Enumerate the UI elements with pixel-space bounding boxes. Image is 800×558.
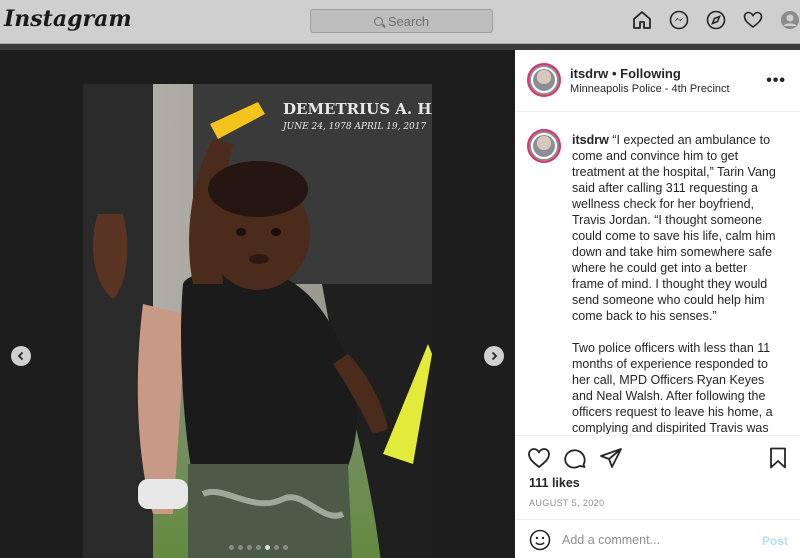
bookmark-icon[interactable] bbox=[766, 446, 790, 470]
post-header: itsdrw • Following Minneapolis Police - … bbox=[515, 50, 800, 112]
comment-icon[interactable] bbox=[563, 446, 587, 470]
chevron-left-icon bbox=[17, 351, 24, 361]
caption-text: itsdrw “I expected an ambulance to come … bbox=[572, 132, 777, 434]
messenger-icon[interactable] bbox=[669, 10, 689, 30]
home-icon[interactable] bbox=[632, 10, 652, 30]
caption-username[interactable]: itsdrw bbox=[572, 133, 609, 147]
profile-icon[interactable] bbox=[780, 10, 800, 30]
carousel-dot bbox=[283, 545, 288, 550]
carousel-dot bbox=[256, 545, 261, 550]
heart-icon[interactable] bbox=[743, 10, 763, 30]
post-location[interactable]: Minneapolis Police - 4th Precinct bbox=[570, 83, 730, 95]
more-options-icon[interactable]: ••• bbox=[766, 72, 786, 90]
carousel-dot bbox=[238, 545, 243, 550]
share-icon[interactable] bbox=[599, 446, 623, 470]
emoji-icon[interactable] bbox=[529, 529, 551, 551]
carousel-dot bbox=[247, 545, 252, 550]
post-date[interactable]: AUGUST 5, 2020 bbox=[529, 498, 604, 508]
chevron-right-icon bbox=[491, 351, 498, 361]
nav-icons bbox=[632, 10, 800, 30]
search-box[interactable]: Search bbox=[310, 9, 493, 33]
author-username[interactable]: itsdrw bbox=[570, 66, 608, 81]
post-media-panel: DEMETRIUS A. HALL JUNE 24, 1978 APRIL 19… bbox=[0, 50, 515, 558]
comment-box: Post bbox=[515, 519, 800, 558]
search-placeholder: Search bbox=[387, 13, 430, 29]
caption-paragraph-2: Two police officers with less than 11 mo… bbox=[572, 341, 773, 434]
caption-paragraph-1: “I expected an ambulance to come and con… bbox=[572, 133, 776, 323]
instagram-logo[interactable]: Instagram bbox=[4, 6, 132, 32]
caption-avatar[interactable] bbox=[527, 129, 561, 163]
author-avatar[interactable] bbox=[527, 63, 561, 97]
explore-icon[interactable] bbox=[706, 10, 726, 30]
comment-input[interactable] bbox=[562, 529, 742, 551]
post-side-panel: itsdrw • Following Minneapolis Police - … bbox=[515, 50, 800, 558]
carousel-dots bbox=[229, 545, 288, 550]
top-nav: Instagram Search bbox=[0, 0, 800, 44]
carousel-dot-active bbox=[265, 545, 270, 550]
post-comment-button[interactable]: Post bbox=[762, 534, 788, 548]
like-count[interactable]: 111 likes bbox=[529, 476, 580, 490]
next-photo-button[interactable] bbox=[484, 346, 504, 366]
previous-photo-button[interactable] bbox=[11, 346, 31, 366]
carousel-dot bbox=[274, 545, 279, 550]
action-icons bbox=[527, 446, 623, 470]
caption-area: itsdrw “I expected an ambulance to come … bbox=[515, 112, 800, 434]
search-icon bbox=[373, 16, 383, 26]
shirt-text: DEMETRIUS A. HALL bbox=[283, 100, 432, 118]
following-status[interactable]: • Following bbox=[612, 66, 681, 81]
post-photo: DEMETRIUS A. HALL JUNE 24, 1978 APRIL 19… bbox=[83, 84, 432, 558]
post-actions: 111 likes AUGUST 5, 2020 Post bbox=[515, 435, 800, 558]
shirt-dates: JUNE 24, 1978 APRIL 19, 2017 bbox=[281, 122, 427, 132]
carousel-dot bbox=[229, 545, 234, 550]
like-heart-icon[interactable] bbox=[527, 446, 551, 470]
